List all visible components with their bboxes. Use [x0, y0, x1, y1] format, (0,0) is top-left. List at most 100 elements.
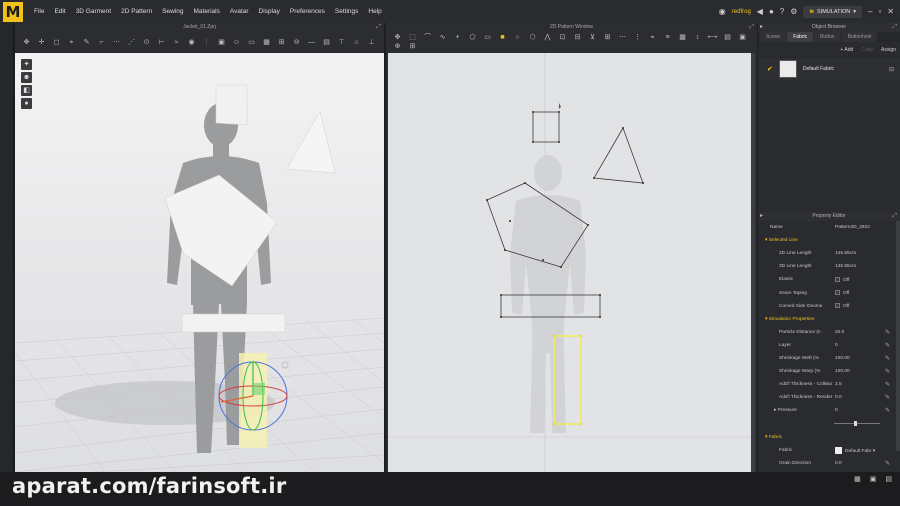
- restore-icon[interactable]: ▫: [878, 7, 881, 16]
- transform-icon[interactable]: ✛: [36, 38, 47, 47]
- slider-handle[interactable]: [854, 421, 857, 427]
- menu-preferences[interactable]: Preferences: [285, 8, 330, 15]
- polygon-icon[interactable]: ⬠: [467, 33, 478, 42]
- rectangle-icon[interactable]: ▭: [482, 33, 493, 42]
- username[interactable]: redfrog: [732, 9, 751, 15]
- prop-name-value[interactable]: Pattern2D_2922: [835, 225, 870, 230]
- tack-icon[interactable]: ⊙: [141, 38, 152, 47]
- tab-button[interactable]: Button: [814, 32, 841, 42]
- account-icon[interactable]: ●: [769, 7, 774, 16]
- symmetry-icon[interactable]: ⟷: [707, 33, 718, 42]
- minimize-icon[interactable]: –: [868, 7, 872, 16]
- edit-pencil-icon[interactable]: ✎: [885, 394, 890, 401]
- edit-pencil-icon[interactable]: ✎: [885, 407, 890, 414]
- camera-icon[interactable]: ◧: [21, 85, 32, 96]
- copy-fabric-button[interactable]: Copy: [861, 47, 873, 53]
- edit-pencil-icon[interactable]: ✎: [885, 342, 890, 349]
- edit-pencil-icon[interactable]: ✎: [885, 329, 890, 336]
- menu-3d-garment[interactable]: 3D Garment: [71, 8, 116, 15]
- texture-edit-icon[interactable]: ▦: [677, 33, 688, 42]
- tab-fabric[interactable]: Fabric: [787, 32, 814, 42]
- section-simulation-properties[interactable]: ▾ Simulation Properties: [758, 313, 900, 326]
- zoom-icon[interactable]: ⊕: [392, 42, 403, 51]
- view-status-icon[interactable]: ▤: [885, 475, 892, 483]
- flatten-icon[interactable]: ⊖: [291, 38, 302, 47]
- pressure-slider[interactable]: [834, 421, 880, 427]
- maximize-icon[interactable]: ⤢: [749, 23, 754, 32]
- panel-collapse-icon[interactable]: ▸: [760, 212, 763, 221]
- skin-icon[interactable]: ●: [21, 98, 32, 109]
- edit-pencil-icon[interactable]: ✎: [885, 381, 890, 388]
- avatar-display-icon[interactable]: ✦: [21, 59, 32, 70]
- tab-scene[interactable]: Scene: [760, 32, 787, 42]
- zipper-icon[interactable]: ⫶: [201, 38, 212, 47]
- edit-curve-icon[interactable]: ⌒: [422, 33, 433, 42]
- button-tool-icon[interactable]: ◉: [186, 38, 197, 47]
- fold-icon[interactable]: ⌐: [96, 38, 107, 47]
- tab-buttonhole[interactable]: Buttonhole: [841, 32, 878, 42]
- curvature-icon[interactable]: ∿: [437, 33, 448, 42]
- close-icon[interactable]: ✕: [887, 7, 894, 16]
- segment-sew-2d-icon[interactable]: ⋯: [617, 33, 628, 42]
- maximize-icon[interactable]: ⤢: [892, 212, 897, 221]
- garment-view-icon[interactable]: ▭: [246, 38, 257, 47]
- 2d-vertical-scrollbar[interactable]: [751, 53, 755, 472]
- avatar-view-icon[interactable]: ☺: [231, 38, 242, 47]
- add-point-icon[interactable]: +: [452, 33, 463, 42]
- sewing-icon[interactable]: ⋯: [111, 38, 122, 47]
- 2d-viewport[interactable]: [388, 53, 755, 472]
- internal-polygon-icon[interactable]: ⬡: [527, 33, 538, 42]
- brush-icon[interactable]: ✎: [81, 38, 92, 47]
- menu-2d-pattern[interactable]: 2D Pattern: [116, 8, 157, 15]
- seam-allowance-icon[interactable]: ⊟: [572, 33, 583, 42]
- shirt-icon[interactable]: ⊤: [336, 38, 347, 47]
- pattern-view-icon[interactable]: ▣: [216, 38, 227, 47]
- grid-2d-icon[interactable]: ⊞: [407, 42, 418, 51]
- fabric-list-item[interactable]: ✔ Default Fabric ⊟: [758, 58, 900, 80]
- mannequin-icon[interactable]: ⊥: [366, 38, 377, 47]
- grid-status-icon[interactable]: ▦: [854, 475, 861, 483]
- circle-icon[interactable]: ○: [512, 33, 523, 42]
- maximize-icon[interactable]: ⤢: [892, 23, 897, 32]
- select-move-icon[interactable]: ✥: [21, 38, 32, 47]
- elastic-toggle[interactable]: Off: [835, 277, 849, 283]
- tape-icon[interactable]: ≈: [171, 38, 182, 47]
- highlight-rectangle-icon[interactable]: ■: [497, 33, 508, 42]
- dart-icon[interactable]: ⋀: [542, 33, 553, 42]
- menu-sewing[interactable]: Sewing: [157, 8, 188, 15]
- section-fabric[interactable]: ▾ Fabric: [758, 431, 900, 444]
- texture-view-icon[interactable]: ▦: [261, 38, 272, 47]
- simulation-mode-button[interactable]: ≋ SIMULATION ▾: [803, 5, 862, 18]
- pin-icon[interactable]: ⌖: [66, 38, 77, 47]
- fabric-options-icon[interactable]: ⊟: [889, 66, 894, 73]
- edit-pencil-icon[interactable]: ✎: [885, 460, 890, 467]
- maximize-icon[interactable]: ⤢: [376, 23, 381, 32]
- section-selected-line[interactable]: ▾ Selected Line: [758, 234, 900, 247]
- measure-icon[interactable]: ⊢: [156, 38, 167, 47]
- pin-2d-icon[interactable]: ⌖: [647, 33, 658, 42]
- line-icon[interactable]: —: [306, 38, 317, 47]
- menu-avatar[interactable]: Avatar: [225, 8, 254, 15]
- view-2d-icon[interactable]: ▣: [737, 33, 748, 42]
- notch-icon[interactable]: ⊻: [587, 33, 598, 42]
- menu-settings[interactable]: Settings: [330, 8, 364, 15]
- topstitch-icon[interactable]: ≡: [662, 33, 673, 42]
- select-mesh-icon[interactable]: ◻: [51, 38, 62, 47]
- 3d-viewport[interactable]: ✦ ☻ ◧ ●: [15, 53, 384, 472]
- layout-status-icon[interactable]: ▣: [870, 475, 877, 483]
- menu-edit[interactable]: Edit: [49, 8, 70, 15]
- add-fabric-button[interactable]: + Add: [840, 47, 853, 53]
- free-sew-2d-icon[interactable]: ⋮: [632, 33, 643, 42]
- settings-gear-icon[interactable]: ⚙: [790, 7, 797, 16]
- body-icon[interactable]: ☻: [21, 72, 32, 83]
- fabric-select[interactable]: Default Fabr ▾: [835, 446, 875, 454]
- pressure-label[interactable]: ▸ Pressure: [774, 408, 797, 413]
- menu-display[interactable]: Display: [254, 8, 285, 15]
- panel-collapse-icon[interactable]: ▸: [760, 23, 763, 32]
- grain-icon[interactable]: ↕: [692, 33, 703, 42]
- transform-pattern-icon[interactable]: ✥: [392, 33, 403, 42]
- arrange-2d-icon[interactable]: ▤: [722, 33, 733, 42]
- fold-arrange-icon[interactable]: ⊞: [602, 33, 613, 42]
- seam-taping-toggle[interactable]: Off: [835, 290, 849, 296]
- help-icon[interactable]: ?: [780, 7, 784, 16]
